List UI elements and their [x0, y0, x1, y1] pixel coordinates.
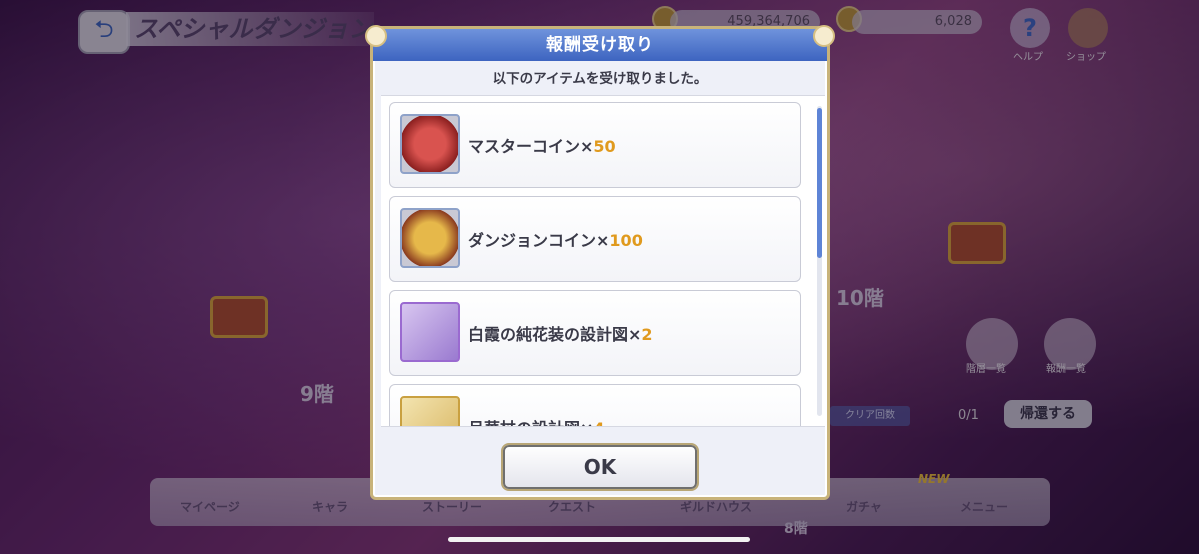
master-coin-icon: [400, 114, 460, 174]
item-label: マスターコイン×50: [468, 137, 616, 156]
staff-blueprint-icon: [400, 396, 460, 426]
home-indicator[interactable]: [448, 537, 750, 542]
dialog-title: 報酬受け取り: [373, 29, 827, 61]
reward-list[interactable]: マスターコイン×50 ダンジョンコイン×100 白霞の純花装の設計図×2 月華杖…: [381, 95, 825, 427]
item-label: 月華杖の設計図×4: [468, 415, 605, 426]
ornament-icon: [365, 25, 387, 47]
dialog-subtitle: 以下のアイテムを受け取りました。: [492, 71, 708, 87]
item-label: ダンジョンコイン×100: [468, 231, 643, 250]
list-item: 月華杖の設計図×4: [389, 384, 801, 426]
list-item: マスターコイン×50: [389, 102, 801, 188]
ok-button[interactable]: OK: [501, 443, 699, 491]
dress-blueprint-icon: [400, 302, 460, 362]
reward-dialog: 報酬受け取り 以下のアイテムを受け取りました。 マスターコイン×50 ダンジョン…: [365, 25, 835, 500]
item-label: 白霞の純花装の設計図×2: [468, 325, 653, 344]
list-item: ダンジョンコイン×100: [389, 196, 801, 282]
scrollbar-thumb[interactable]: [817, 108, 822, 258]
list-item: 白霞の純花装の設計図×2: [389, 290, 801, 376]
ornament-icon: [813, 25, 835, 47]
dungeon-coin-icon: [400, 208, 460, 268]
